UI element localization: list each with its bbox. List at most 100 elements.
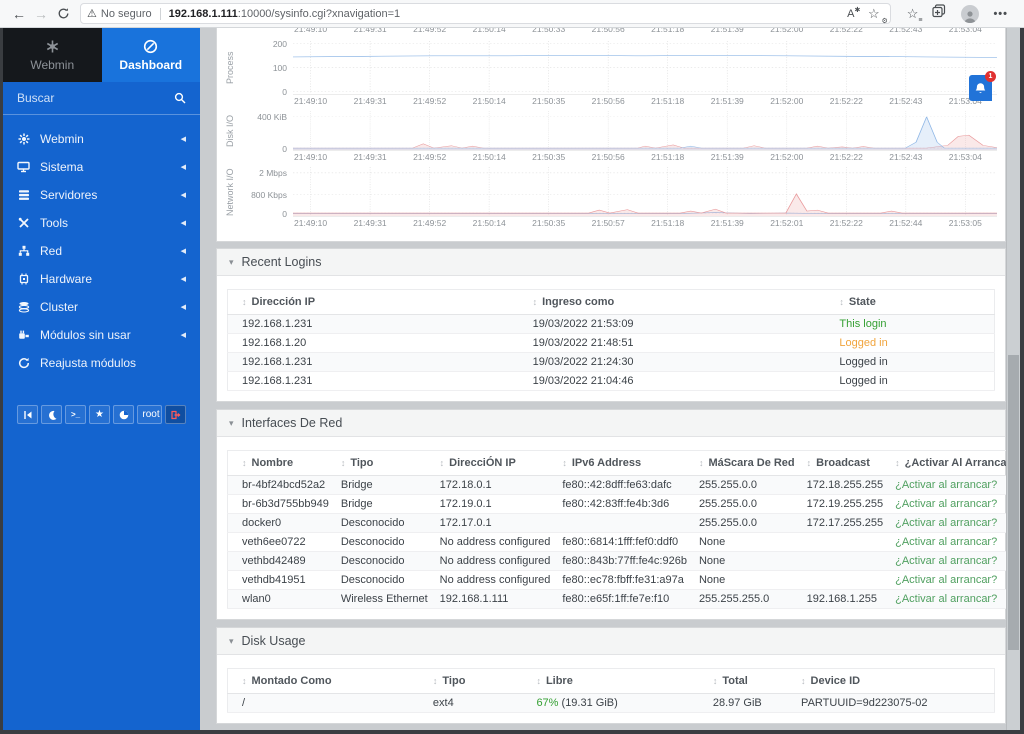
logout-button[interactable] [165, 405, 186, 424]
terminal-button[interactable]: >_ [65, 405, 86, 424]
refresh-button[interactable] [52, 3, 74, 25]
activate-on-boot-link[interactable]: ¿Activar al arrancar? [895, 593, 997, 605]
theme-button[interactable] [113, 405, 134, 424]
table-cell: Logged in [833, 333, 995, 353]
sidebar-item-cluster[interactable]: Cluster ◀ [3, 293, 200, 321]
layers-icon [17, 301, 30, 313]
moon-icon [48, 410, 56, 420]
x-tick-label: 21:52:43 [889, 96, 923, 106]
server-stack-icon [17, 189, 30, 201]
sidebar-tabs: Webmin Dashboard [3, 28, 200, 82]
column-header[interactable]: ↕ State [833, 289, 995, 315]
user-button[interactable]: root [137, 405, 162, 424]
network-interfaces-header[interactable]: ▾ Interfaces De Red [217, 410, 1005, 437]
table-cell [800, 532, 890, 552]
column-header[interactable]: ↕ Ingreso como [526, 289, 834, 315]
activate-on-boot-link[interactable]: ¿Activar al arrancar? [895, 498, 997, 510]
table-row: / ext4 67% (19.31 GiB) 28.97 GiB PARTUUID=9d… [227, 693, 995, 713]
sort-icon: ↕ [432, 676, 438, 686]
column-header[interactable]: ↕ Broadcast [800, 450, 890, 476]
security-label: No seguro [100, 7, 152, 20]
sidebar-item-servidores[interactable]: Servidores ◀ [3, 181, 200, 209]
chart-axis-title: Process [225, 51, 235, 85]
tab-stack-icon[interactable] [932, 4, 947, 23]
logout-icon [170, 410, 180, 419]
page-scrollbar-thumb[interactable] [1008, 355, 1019, 650]
table-cell [800, 551, 890, 571]
sidebar-item-reajusta-modulos[interactable]: Reajusta módulos [3, 349, 200, 377]
night-mode-button[interactable] [41, 405, 62, 424]
notifications-button[interactable]: 1 [969, 71, 996, 101]
recent-logins-header[interactable]: ▾ Recent Logins [217, 249, 1005, 276]
tab-dashboard[interactable]: Dashboard [101, 28, 200, 82]
collapse-sidebar-button[interactable] [17, 405, 38, 424]
activate-on-boot-link[interactable]: ¿Activar al arrancar? [895, 555, 997, 567]
collapse-icon [23, 410, 31, 419]
collections-icon[interactable]: ☆ ≡ [907, 6, 923, 24]
table-cell: fe80::6814:1fff:fef0:ddf0 [556, 532, 693, 552]
sidebar-item-webmin[interactable]: Webmin ◀ [3, 125, 200, 153]
table-cell: docker0 [227, 513, 335, 533]
x-tick-label: 21:49:31 [353, 152, 387, 162]
back-button[interactable]: ← [8, 3, 30, 25]
sidebar-item-tools[interactable]: Tools ◀ [3, 209, 200, 237]
x-tick-label: 21:50:14 [472, 96, 506, 106]
column-header[interactable]: ↕ IPv6 Address [556, 450, 693, 476]
not-secure-warning-icon: ⚠ [87, 8, 97, 20]
page-scrollbar-track[interactable] [1006, 28, 1020, 730]
table-cell: 192.168.1.255 [800, 589, 890, 609]
column-header[interactable]: ↕ DirecciÓN IP [433, 450, 557, 476]
sidebar-item-hardware[interactable]: Hardware ◀ [3, 265, 200, 293]
address-bar[interactable]: ⚠ No seguro 192.168.1.111 :10000/sysinfo… [80, 3, 891, 25]
disk-usage-header[interactable]: ▾ Disk Usage [217, 628, 1005, 655]
url-host: 192.168.1.111 [168, 7, 238, 20]
favorites-button[interactable]: ★ [89, 405, 110, 424]
forward-button[interactable]: → [30, 3, 52, 25]
chevron-left-icon: ◀ [180, 220, 186, 227]
column-header[interactable]: ↕ Montado Como [227, 668, 427, 694]
sidebar-item-sistema[interactable]: Sistema ◀ [3, 153, 200, 181]
table-cell: This login [833, 314, 995, 334]
profile-avatar[interactable] [961, 4, 980, 23]
activate-on-boot-link[interactable]: ¿Activar al arrancar? [895, 517, 997, 529]
table-cell: 19/03/2022 21:53:09 [526, 314, 834, 334]
chart-axis-title: Network I/O [225, 168, 235, 216]
main-content: 21:49:10 21:49:31 21:49:52 21:50:14 21:50:33… [200, 28, 1006, 730]
column-header[interactable]: ↕ Dirección IP [227, 289, 527, 315]
more-menu-icon[interactable]: ••• [993, 8, 1008, 20]
column-header[interactable]: ↕ Nombre [227, 450, 335, 476]
column-header[interactable]: ↕ Libre [530, 668, 707, 694]
sidebar-item-modulos-sin-usar[interactable]: Módulos sin usar ◀ [3, 321, 200, 349]
sidebar-item-red[interactable]: Red ◀ [3, 237, 200, 265]
x-axis-labels: 21:49:10 21:49:31 21:49:52 21:50:14 21:50:35… [293, 216, 997, 229]
activate-on-boot-link[interactable]: ¿Activar al arrancar? [895, 479, 997, 491]
column-header[interactable]: ↕ MáScara De Red [692, 450, 801, 476]
activate-on-boot-link[interactable]: ¿Activar al arrancar? [895, 574, 997, 586]
activate-on-boot-link[interactable]: ¿Activar al arrancar? [895, 536, 997, 548]
column-header[interactable]: ↕ Device ID [795, 668, 995, 694]
tab-webmin[interactable]: Webmin [3, 28, 102, 82]
table-row: 192.168.1.231 19/03/2022 21:04:46 Logged i… [227, 371, 995, 391]
table-cell: Bridge [334, 475, 434, 495]
x-tick-label: 21:53:04 [948, 152, 982, 162]
disk-usage-table: ↕ Montado Como ↕ Tipo ↕ Libre ↕ Total ↕ Device ID… [227, 668, 995, 713]
table-row: br-6b3d755bb949 Bridge 172.19.0.1 fe80::42:… [227, 494, 1006, 514]
column-header[interactable]: ↕¿Activar Al Arrancar? [889, 450, 1006, 476]
search-icon[interactable] [174, 92, 186, 104]
table-cell: vethdb41951 [227, 570, 335, 590]
disk-io-chart: Disk I/O 400 KiB 0 21:49:10 21:49:31 21:49:52… [225, 111, 997, 162]
x-tick-label: 21:51:18 [651, 152, 685, 162]
table-cell: 172.18.0.1 [433, 475, 557, 495]
table-cell [800, 570, 890, 590]
x-tick-label: 21:49:31 [353, 96, 387, 106]
favorites-star-icon[interactable]: ☆ ⚙ [864, 5, 888, 25]
sidebar: Webmin Dashboard Webmin◀ Sistema◀ Servid… [3, 28, 200, 730]
column-header[interactable]: ↕ Tipo [334, 450, 434, 476]
section-title: Recent Logins [241, 255, 322, 269]
search-input[interactable] [17, 91, 174, 105]
column-header[interactable]: ↕ Tipo [426, 668, 531, 694]
disk-usage-panel: ▾ Disk Usage ↕ Montado Como ↕ Tipo ↕ Libre ↕ To… [216, 627, 1006, 724]
url-path: :10000/sysinfo.cgi?xnavigation=1 [237, 7, 401, 20]
read-aloud-icon[interactable]: A ✱ [844, 5, 864, 23]
column-header[interactable]: ↕ Total [706, 668, 796, 694]
